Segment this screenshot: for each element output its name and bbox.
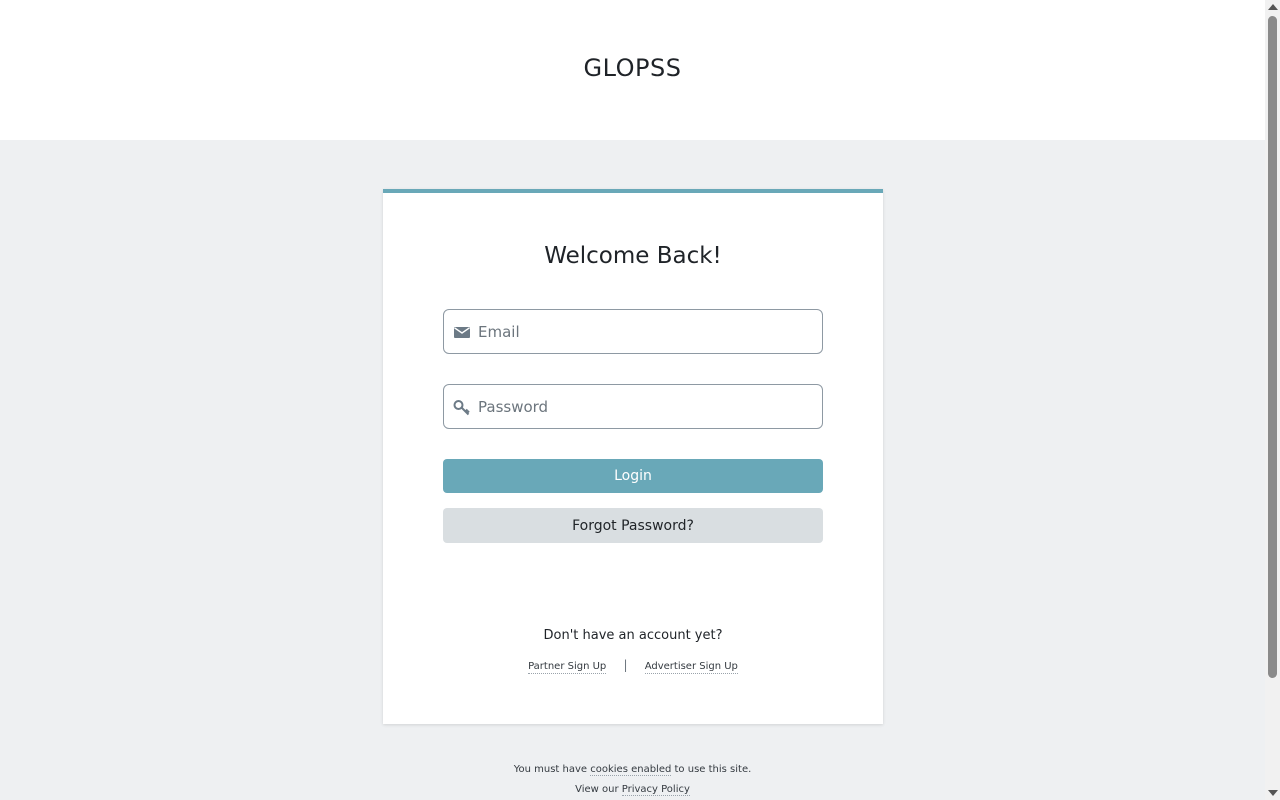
password-field[interactable]	[443, 384, 823, 429]
email-field[interactable]	[443, 309, 823, 354]
signup-links: Partner Sign Up | Advertiser Sign Up	[383, 658, 883, 674]
key-icon	[453, 400, 470, 416]
partner-signup-link[interactable]: Partner Sign Up	[528, 661, 607, 674]
brand-logo-text: GLOPSS	[583, 54, 682, 82]
no-account-text: Don't have an account yet?	[543, 628, 723, 643]
privacy-prefix: View our	[575, 784, 619, 795]
login-card: Welcome Back! Login Forgot Password? Don…	[383, 189, 883, 724]
privacy-policy-link[interactable]: Privacy Policy	[621, 784, 690, 796]
cookies-link[interactable]: cookies enabled	[590, 764, 672, 776]
privacy-notice: View our Privacy Policy	[0, 784, 1265, 796]
envelope-icon	[454, 327, 470, 338]
scroll-up-arrow-icon[interactable]	[1268, 4, 1278, 10]
advertiser-signup-link[interactable]: Advertiser Sign Up	[644, 661, 738, 674]
scroll-down-arrow-icon[interactable]	[1268, 790, 1278, 796]
email-input[interactable]	[478, 310, 808, 353]
site-header: GLOPSS	[0, 0, 1265, 140]
cookies-notice: You must have cookies enabled to use thi…	[0, 764, 1265, 776]
login-title: Welcome Back!	[544, 243, 722, 269]
login-button[interactable]: Login	[443, 459, 823, 493]
vertical-scrollbar[interactable]	[1265, 0, 1280, 800]
cookies-prefix: You must have	[513, 764, 588, 775]
password-input[interactable]	[478, 385, 808, 428]
cookies-suffix: to use this site.	[674, 764, 752, 775]
forgot-password-button[interactable]: Forgot Password?	[443, 508, 823, 543]
scrollbar-thumb[interactable]	[1268, 16, 1277, 678]
link-separator: |	[623, 658, 628, 672]
